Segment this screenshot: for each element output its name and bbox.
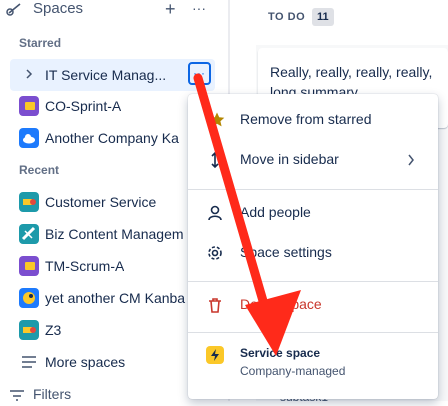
sidebar-item-co-sprint[interactable]: CO-Sprint-A [45,98,121,114]
more-horizontal-icon: ··· [193,66,205,80]
chevron-right-icon [406,153,416,167]
more-spaces-link[interactable]: More spaces [45,354,125,370]
add-space-icon[interactable]: + [165,0,181,18]
space-type-title: Service space [240,346,321,360]
sidebar-item-label: IT Service Manag... [45,67,167,83]
starred-section-label: Starred [19,36,62,50]
column-count-badge: 11 [312,8,334,26]
space-type-subtitle: Company-managed [240,364,346,378]
sidebar-item-z3[interactable]: Z3 [45,322,61,338]
menu-label: Remove from starred [240,111,372,127]
spaces-icon [6,2,24,16]
lightning-icon [206,346,224,364]
cm-project-icon [19,288,39,308]
filter-icon [8,388,26,401]
space-type-info: Service space Company-managed [188,338,438,384]
menu-label: Delete space [240,296,322,312]
menu-item-space-settings[interactable]: Space settings [188,233,438,273]
list-icon [20,355,38,369]
sidebar-item-another-company[interactable]: Another Company Ka [45,130,190,146]
menu-divider [188,332,438,333]
sidebar-item-it-service[interactable]: IT Service Manag... ··· [10,59,215,91]
menu-item-add-people[interactable]: Add people [188,193,438,233]
chevron-right-icon[interactable] [24,67,34,81]
gear-icon [206,244,224,262]
sidebar-item-yet-another[interactable]: yet another CM Kanba [45,290,190,306]
move-icon [206,151,224,169]
menu-divider [188,281,438,282]
sidebar-item-customer-service[interactable]: Customer Service [45,194,156,210]
space-actions-button[interactable]: ··· [188,62,211,85]
person-icon [206,204,224,222]
software-project-icon [19,96,39,116]
menu-item-move-sidebar[interactable]: Move in sidebar [188,140,438,180]
menu-item-remove-starred[interactable]: Remove from starred [188,100,438,140]
business-project-icon [19,224,39,244]
menu-label: Space settings [240,244,332,260]
menu-divider [188,189,438,190]
menu-label: Move in sidebar [240,151,339,167]
software-project-icon [19,256,39,276]
sidebar-item-biz-content[interactable]: Biz Content Managem [45,226,190,242]
card-summary: Really, really, really, really, [270,64,433,80]
service-project-icon [19,320,39,340]
menu-item-delete-space[interactable]: Delete space [188,285,438,325]
recent-section-label: Recent [19,163,60,177]
star-icon [208,111,226,129]
trash-icon [206,296,224,314]
cloud-project-icon [19,128,39,148]
sidebar-item-tm-scrum[interactable]: TM-Scrum-A [45,258,124,274]
service-project-icon [19,192,39,212]
column-title: TO DO [268,11,306,23]
space-actions-menu: Remove from starred Move in sidebar Add … [188,94,438,399]
more-options-icon[interactable]: ··· [192,0,208,18]
menu-label: Add people [240,204,311,220]
spaces-header-title: Spaces [33,0,84,17]
filters-link[interactable]: Filters [33,386,71,402]
